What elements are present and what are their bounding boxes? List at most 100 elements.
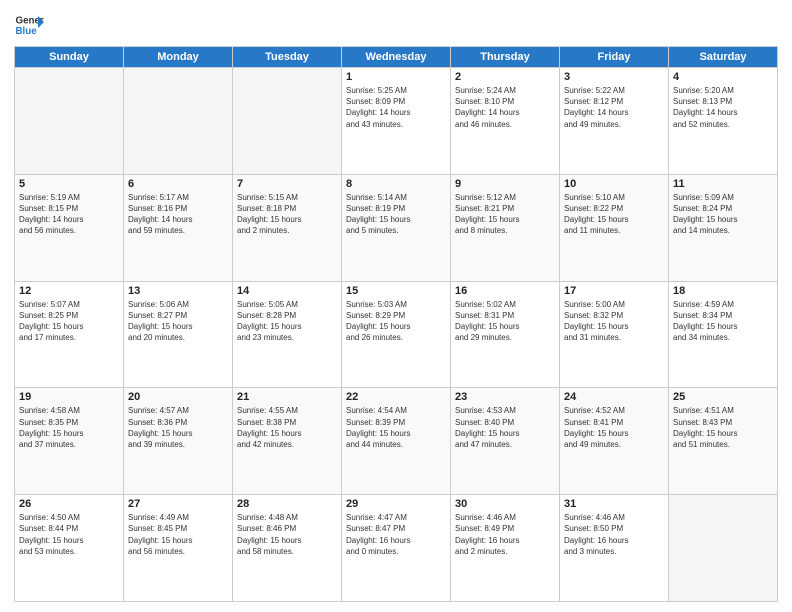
calendar-cell: 8 Sunrise: 5:14 AMSunset: 8:19 PMDaylight… xyxy=(342,174,451,281)
day-info: Sunrise: 5:22 AMSunset: 8:12 PMDaylight:… xyxy=(564,85,664,130)
day-info: Sunrise: 4:48 AMSunset: 8:46 PMDaylight:… xyxy=(237,512,337,557)
day-info: Sunrise: 4:47 AMSunset: 8:47 PMDaylight:… xyxy=(346,512,446,557)
calendar-cell: 22Sunrise: 4:54 AMSunset: 8:39 PMDayligh… xyxy=(342,388,451,495)
day-info: Sunrise: 4:46 AMSunset: 8:50 PMDaylight:… xyxy=(564,512,664,557)
day-info: Sunrise: 5:15 AMSunset: 8:18 PMDaylight:… xyxy=(237,192,337,237)
svg-text:Blue: Blue xyxy=(16,26,38,37)
day-number: 13 xyxy=(128,285,228,297)
day-header-monday: Monday xyxy=(124,47,233,68)
calendar-cell: 7 Sunrise: 5:15 AMSunset: 8:18 PMDaylight… xyxy=(233,174,342,281)
day-info: Sunrise: 5:03 AMSunset: 8:29 PMDaylight:… xyxy=(346,299,446,344)
day-number: 19 xyxy=(19,391,119,403)
day-info: Sunrise: 5:07 AMSunset: 8:25 PMDaylight:… xyxy=(19,299,119,344)
day-info: Sunrise: 4:54 AMSunset: 8:39 PMDaylight:… xyxy=(346,405,446,450)
day-info: Sunrise: 4:57 AMSunset: 8:36 PMDaylight:… xyxy=(128,405,228,450)
day-info: Sunrise: 4:53 AMSunset: 8:40 PMDaylight:… xyxy=(455,405,555,450)
calendar-cell: 14 Sunrise: 5:05 AMSunset: 8:28 PMDayligh… xyxy=(233,281,342,388)
calendar-cell: 11 Sunrise: 5:09 AMSunset: 8:24 PMDayligh… xyxy=(669,174,778,281)
day-info: Sunrise: 4:58 AMSunset: 8:35 PMDaylight:… xyxy=(19,405,119,450)
day-info: Sunrise: 5:02 AMSunset: 8:31 PMDaylight:… xyxy=(455,299,555,344)
calendar-cell: 5Sunrise: 5:19 AMSunset: 8:15 PMDaylight… xyxy=(15,174,124,281)
day-info: Sunrise: 4:51 AMSunset: 8:43 PMDaylight:… xyxy=(673,405,773,450)
day-number: 14 xyxy=(237,285,337,297)
calendar-cell: 3 Sunrise: 5:22 AMSunset: 8:12 PMDaylight… xyxy=(560,68,669,175)
day-info: Sunrise: 5:12 AMSunset: 8:21 PMDaylight:… xyxy=(455,192,555,237)
calendar-cell: 17 Sunrise: 5:00 AMSunset: 8:32 PMDayligh… xyxy=(560,281,669,388)
calendar-cell: 2 Sunrise: 5:24 AMSunset: 8:10 PMDaylight… xyxy=(451,68,560,175)
calendar-cell xyxy=(15,68,124,175)
calendar-cell: 6Sunrise: 5:17 AMSunset: 8:16 PMDaylight… xyxy=(124,174,233,281)
day-number: 23 xyxy=(455,391,555,403)
calendar-week-0: 1 Sunrise: 5:25 AMSunset: 8:09 PMDaylight… xyxy=(15,68,778,175)
calendar-cell xyxy=(124,68,233,175)
day-info: Sunrise: 4:49 AMSunset: 8:45 PMDaylight:… xyxy=(128,512,228,557)
day-number: 8 xyxy=(346,178,446,190)
day-number: 27 xyxy=(128,498,228,510)
day-number: 17 xyxy=(564,285,664,297)
calendar-cell: 29 Sunrise: 4:47 AMSunset: 8:47 PMDayligh… xyxy=(342,495,451,602)
calendar-cell: 9 Sunrise: 5:12 AMSunset: 8:21 PMDaylight… xyxy=(451,174,560,281)
day-number: 16 xyxy=(455,285,555,297)
day-number: 25 xyxy=(673,391,773,403)
calendar-cell: 24 Sunrise: 4:52 AMSunset: 8:41 PMDayligh… xyxy=(560,388,669,495)
day-info: Sunrise: 5:24 AMSunset: 8:10 PMDaylight:… xyxy=(455,85,555,130)
day-header-friday: Friday xyxy=(560,47,669,68)
calendar-table: SundayMondayTuesdayWednesdayThursdayFrid… xyxy=(14,46,778,602)
calendar-week-3: 19 Sunrise: 4:58 AMSunset: 8:35 PMDayligh… xyxy=(15,388,778,495)
day-number: 3 xyxy=(564,71,664,83)
day-number: 2 xyxy=(455,71,555,83)
day-info: Sunrise: 5:06 AMSunset: 8:27 PMDaylight:… xyxy=(128,299,228,344)
calendar-cell: 27 Sunrise: 4:49 AMSunset: 8:45 PMDayligh… xyxy=(124,495,233,602)
calendar-cell: 18Sunrise: 4:59 AMSunset: 8:34 PMDayligh… xyxy=(669,281,778,388)
calendar-cell xyxy=(233,68,342,175)
day-info: Sunrise: 5:05 AMSunset: 8:28 PMDaylight:… xyxy=(237,299,337,344)
calendar-cell: 23 Sunrise: 4:53 AMSunset: 8:40 PMDayligh… xyxy=(451,388,560,495)
day-header-wednesday: Wednesday xyxy=(342,47,451,68)
day-info: Sunrise: 5:09 AMSunset: 8:24 PMDaylight:… xyxy=(673,192,773,237)
day-number: 20 xyxy=(128,391,228,403)
header: General Blue xyxy=(14,10,778,40)
day-number: 18 xyxy=(673,285,773,297)
day-number: 9 xyxy=(455,178,555,190)
calendar-header-row: SundayMondayTuesdayWednesdayThursdayFrid… xyxy=(15,47,778,68)
day-number: 26 xyxy=(19,498,119,510)
day-info: Sunrise: 5:25 AMSunset: 8:09 PMDaylight:… xyxy=(346,85,446,130)
day-info: Sunrise: 4:50 AMSunset: 8:44 PMDaylight:… xyxy=(19,512,119,557)
calendar-cell: 30Sunrise: 4:46 AMSunset: 8:49 PMDayligh… xyxy=(451,495,560,602)
calendar-cell xyxy=(669,495,778,602)
calendar-cell: 26 Sunrise: 4:50 AMSunset: 8:44 PMDayligh… xyxy=(15,495,124,602)
day-number: 21 xyxy=(237,391,337,403)
day-number: 11 xyxy=(673,178,773,190)
logo: General Blue xyxy=(14,10,44,40)
day-number: 7 xyxy=(237,178,337,190)
calendar-week-2: 12 Sunrise: 5:07 AMSunset: 8:25 PMDayligh… xyxy=(15,281,778,388)
calendar-cell: 15 Sunrise: 5:03 AMSunset: 8:29 PMDayligh… xyxy=(342,281,451,388)
day-info: Sunrise: 5:14 AMSunset: 8:19 PMDaylight:… xyxy=(346,192,446,237)
calendar-week-4: 26 Sunrise: 4:50 AMSunset: 8:44 PMDayligh… xyxy=(15,495,778,602)
day-header-thursday: Thursday xyxy=(451,47,560,68)
day-number: 28 xyxy=(237,498,337,510)
day-number: 10 xyxy=(564,178,664,190)
calendar-cell: 13 Sunrise: 5:06 AMSunset: 8:27 PMDayligh… xyxy=(124,281,233,388)
day-number: 15 xyxy=(346,285,446,297)
day-number: 24 xyxy=(564,391,664,403)
calendar-cell: 16 Sunrise: 5:02 AMSunset: 8:31 PMDayligh… xyxy=(451,281,560,388)
day-number: 29 xyxy=(346,498,446,510)
calendar-week-1: 5Sunrise: 5:19 AMSunset: 8:15 PMDaylight… xyxy=(15,174,778,281)
day-info: Sunrise: 5:00 AMSunset: 8:32 PMDaylight:… xyxy=(564,299,664,344)
day-info: Sunrise: 5:17 AMSunset: 8:16 PMDaylight:… xyxy=(128,192,228,237)
day-number: 1 xyxy=(346,71,446,83)
day-number: 4 xyxy=(673,71,773,83)
day-info: Sunrise: 5:20 AMSunset: 8:13 PMDaylight:… xyxy=(673,85,773,130)
calendar-cell: 21Sunrise: 4:55 AMSunset: 8:38 PMDayligh… xyxy=(233,388,342,495)
calendar-cell: 19 Sunrise: 4:58 AMSunset: 8:35 PMDayligh… xyxy=(15,388,124,495)
calendar-cell: 12 Sunrise: 5:07 AMSunset: 8:25 PMDayligh… xyxy=(15,281,124,388)
day-info: Sunrise: 4:52 AMSunset: 8:41 PMDaylight:… xyxy=(564,405,664,450)
day-header-saturday: Saturday xyxy=(669,47,778,68)
calendar-cell: 4 Sunrise: 5:20 AMSunset: 8:13 PMDaylight… xyxy=(669,68,778,175)
calendar-cell: 25 Sunrise: 4:51 AMSunset: 8:43 PMDayligh… xyxy=(669,388,778,495)
day-info: Sunrise: 5:19 AMSunset: 8:15 PMDaylight:… xyxy=(19,192,119,237)
day-info: Sunrise: 4:46 AMSunset: 8:49 PMDaylight:… xyxy=(455,512,555,557)
day-number: 12 xyxy=(19,285,119,297)
calendar-cell: 20 Sunrise: 4:57 AMSunset: 8:36 PMDayligh… xyxy=(124,388,233,495)
